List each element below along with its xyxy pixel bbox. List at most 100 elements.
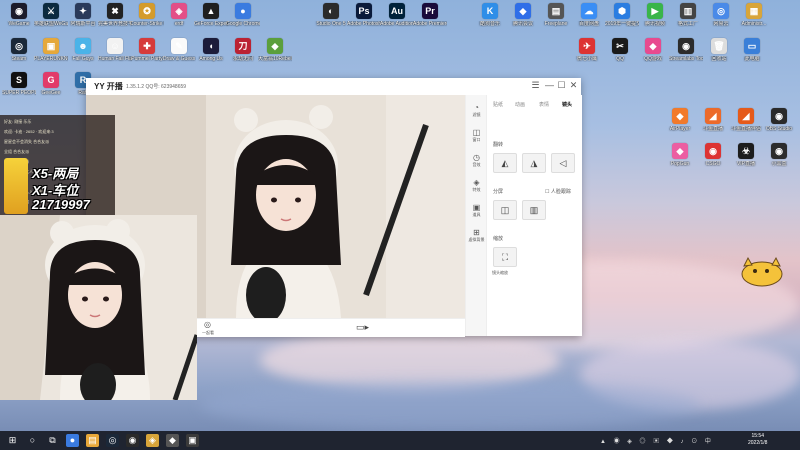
desktop-icon[interactable]: ▦ Administr... bbox=[737, 3, 771, 27]
desktop-icon[interactable]: Au Adobe Audition ... bbox=[380, 3, 414, 27]
side-tool[interactable]: ◈ 特效 bbox=[466, 178, 487, 192]
taskbar-app-icon[interactable]: ◎ bbox=[106, 434, 119, 447]
side-tool[interactable]: ◔ 滤镜 bbox=[466, 103, 487, 117]
start-button[interactable]: ⊞ bbox=[6, 434, 19, 447]
camera-icon[interactable]: ▭▸ bbox=[356, 322, 369, 333]
desktop-icon[interactable]: ▤ Freeplane bbox=[539, 3, 573, 27]
chat-line: 好友: 刚接 乐乐 bbox=[4, 119, 32, 124]
taskbar-clock[interactable]: 15:54 2022/1/8 bbox=[748, 433, 767, 447]
side-tool-label: 道具 bbox=[472, 212, 481, 217]
desktop-icon[interactable]: ◉ 小黑盒 bbox=[762, 143, 796, 167]
desktop-icon[interactable]: ▲ GeForce Experience bbox=[194, 3, 228, 27]
desktop-icon[interactable]: ☺ Human Fall Flat bbox=[98, 38, 132, 62]
split-two-button[interactable]: ◫ bbox=[493, 200, 517, 220]
side-tool[interactable]: ⊞ 虚拟背景 bbox=[466, 228, 487, 242]
desktop-icon[interactable]: ▶ 腾讯视频 bbox=[638, 3, 672, 27]
desktop-icon[interactable]: ◉ OBS Studio bbox=[762, 108, 796, 132]
desktop-icon[interactable]: 刀永劫无间 bbox=[226, 38, 260, 62]
desktop-icon[interactable]: ✪ Counter-Strike Global Off... bbox=[130, 3, 164, 27]
taskbar-app-icon[interactable]: ○ bbox=[26, 434, 39, 447]
desktop-icon-icon: G bbox=[43, 72, 59, 88]
desktop-icon[interactable]: ▥ 格式工厂 bbox=[671, 3, 705, 27]
desktop-icon-icon: ✪ bbox=[139, 3, 155, 19]
desktop-icon[interactable]: 🗑 回收站 bbox=[702, 38, 736, 62]
desktop-icon[interactable]: G GeeGee bbox=[34, 72, 68, 96]
desktop-icon[interactable]: ◐ Studio One 5 bbox=[314, 3, 348, 27]
desktop-icon[interactable]: ◖ Among Us bbox=[194, 38, 228, 62]
chat-line: 全组 合合友派 bbox=[4, 149, 30, 154]
desktop-icon[interactable]: ◈ erdf bbox=[162, 3, 196, 27]
taskbar: ⊞ ○ ⧉ ● ▤ ◎ ◉ ◈ ◆ ▣ ▲ ◉ ◈ ◎ ▣ ◆ ♪ ⊙ 中 15:54 2022/… bbox=[0, 431, 800, 450]
desktop-icon[interactable]: ◆ PopGun bbox=[663, 143, 697, 167]
tab-stickers[interactable]: 贴纸 bbox=[493, 101, 503, 108]
desktop-icon[interactable]: K 酷狗音乐 bbox=[473, 3, 507, 27]
taskbar-app-icon[interactable]: ◆ bbox=[166, 434, 179, 447]
desktop-icon[interactable]: Ps Adobe Photosh... bbox=[347, 3, 381, 27]
desktop-icon[interactable]: ✎ Draw & Guess bbox=[162, 38, 196, 62]
desktop-icon-label: 格式工厂 bbox=[677, 21, 698, 27]
desktop-icon[interactable]: ◆ 大富翁10Rebelion bbox=[258, 38, 292, 62]
desktop-icon[interactable]: ◢ 斗鱼直播伴侣 bbox=[729, 108, 763, 132]
desktop-icon[interactable]: ◆ QQ游戏 bbox=[636, 38, 670, 62]
desktop-icon-icon: Pr bbox=[422, 3, 438, 19]
desktop-icon[interactable]: ✦ 阿瑞斯平台 bbox=[66, 3, 100, 27]
desktop-icon[interactable]: ✚ Pummel Party bbox=[130, 38, 164, 62]
desktop-icon-label: VIP直播 bbox=[736, 161, 756, 167]
tab-emoji[interactable]: 表情 bbox=[539, 101, 549, 108]
split-three-button[interactable]: ▥ bbox=[522, 200, 546, 220]
desktop-icon-icon: ✎ bbox=[171, 38, 187, 54]
tab-animation[interactable]: 动画 bbox=[515, 101, 525, 108]
side-tool[interactable]: ◫ 窗口 bbox=[466, 128, 487, 142]
taskbar-app-icon[interactable]: ◉ bbox=[126, 434, 139, 447]
clock-time: 15:54 bbox=[751, 433, 764, 439]
desktop-icon-icon: 刀 bbox=[235, 38, 251, 54]
minimize-button[interactable]: — bbox=[544, 80, 555, 90]
desktop-icon[interactable]: ◢ 斗鱼直播 bbox=[696, 108, 730, 132]
desktop-icon[interactable]: ◆ AirPlayer bbox=[663, 108, 697, 132]
desktop-icon[interactable]: ⚔ 英雄联盟WeGame版 bbox=[34, 3, 68, 27]
desktop-icon-icon: ▭ bbox=[744, 38, 760, 54]
desktop-icon[interactable]: ☻ Fall Guys bbox=[66, 38, 100, 62]
desktop-icon[interactable]: ◉ WeGame bbox=[2, 3, 36, 27]
desktop-icon[interactable]: ▭ 此电脑 bbox=[735, 38, 769, 62]
desktop-icon[interactable]: ✂ QQ bbox=[603, 38, 637, 62]
desktop-icon[interactable]: ◎ 网易云 bbox=[704, 3, 738, 27]
taskbar-app-icon[interactable]: ▣ bbox=[186, 434, 199, 447]
desktop-icon[interactable]: ⬢ 2019年一键提交 bbox=[605, 3, 639, 27]
desktop-icon-icon: ▶ bbox=[647, 3, 663, 19]
side-tool[interactable]: ◷ 音效 bbox=[466, 153, 487, 167]
close-button[interactable]: ✕ bbox=[568, 80, 579, 91]
desktop-icon[interactable]: ✈ 微七小鹰 bbox=[570, 38, 604, 62]
desktop-icon-icon: ◉ bbox=[11, 3, 27, 19]
taskbar-app-icon[interactable]: ▤ bbox=[86, 434, 99, 447]
desktop-icon[interactable]: ◆ 腾讯会议 bbox=[506, 3, 540, 27]
desktop-icon-label: 百度网盘 bbox=[578, 21, 599, 27]
desktop-icon[interactable]: ▣ PLAYERUNKNOWN'S BATTLEGR... bbox=[34, 38, 68, 62]
desktop-icon[interactable]: Pr Adobe Premiere P... bbox=[413, 3, 447, 27]
menu-icon[interactable]: ☰ bbox=[530, 80, 541, 91]
watch-together-icon[interactable]: ◎ bbox=[204, 320, 211, 329]
flip-horizontal-button[interactable]: ◭ bbox=[493, 153, 517, 173]
taskbar-app-icon[interactable]: ◈ bbox=[146, 434, 159, 447]
desktop-icon-icon: ▣ bbox=[43, 38, 59, 54]
desktop-icon[interactable]: ◉ CSGO bbox=[696, 143, 730, 167]
desktop-icon[interactable]: ☣ VIP直播 bbox=[729, 143, 763, 167]
taskbar-app-icon[interactable]: ⧉ bbox=[46, 434, 59, 447]
rotate-button[interactable]: ◁ bbox=[551, 153, 575, 173]
desktop-icon[interactable]: ◎ Steam bbox=[2, 38, 36, 62]
desktop-icon[interactable]: ☁ 百度网盘 bbox=[572, 3, 606, 27]
desktop-icon[interactable]: ✖ 完美世界竞技平台 bbox=[98, 3, 132, 27]
face-track-checkbox[interactable]: ☐ 人脸跟踪 bbox=[545, 188, 571, 195]
flip-vertical-button[interactable]: ◮ bbox=[522, 153, 546, 173]
desktop-icon[interactable]: ◉ Streamlabs Tool bbox=[669, 38, 703, 62]
lens-zoom-button[interactable]: ⛶ bbox=[493, 247, 517, 267]
desktop-icon[interactable]: S SUPER PEOPLE CBT bbox=[2, 72, 36, 96]
desktop-icon-label: 微七小鹰 bbox=[576, 56, 597, 62]
tab-lens[interactable]: 镜头 bbox=[562, 101, 572, 108]
side-tool[interactable]: ▣ 道具 bbox=[466, 203, 487, 217]
maximize-button[interactable]: ☐ bbox=[556, 80, 567, 91]
desktop-icon[interactable]: ● Google Chrome bbox=[226, 3, 260, 27]
taskbar-app-icon[interactable]: ● bbox=[66, 434, 79, 447]
side-tool-icon: ◔ bbox=[474, 103, 479, 112]
side-tool-label: 滤镜 bbox=[472, 112, 481, 117]
